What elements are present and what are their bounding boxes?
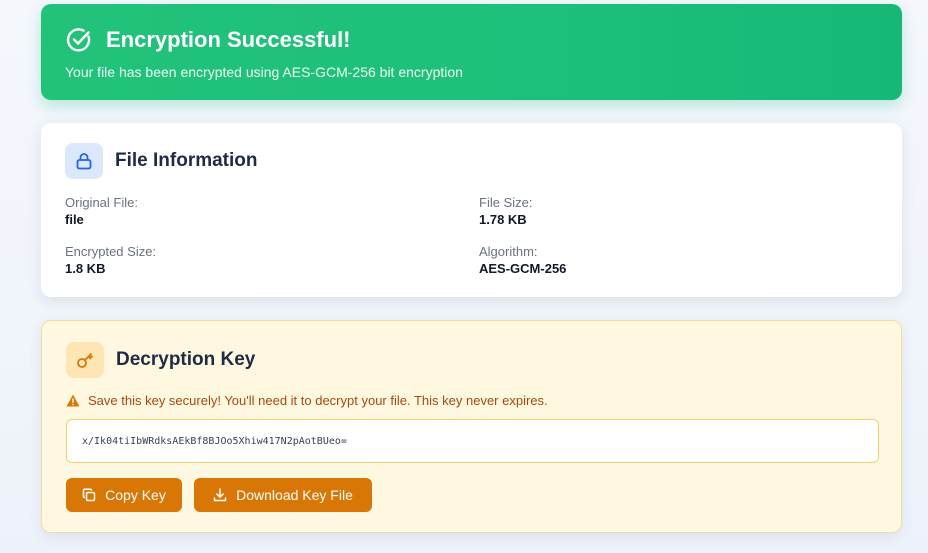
check-circle-icon	[66, 28, 91, 52]
copy-icon	[82, 488, 96, 502]
field-value: file	[65, 212, 84, 227]
field-label: Encrypted Size:	[65, 244, 157, 259]
banner-title: Encryption Successful!	[106, 27, 351, 52]
key-warning: Save this key securely! You'll need it t…	[66, 393, 548, 408]
field-file-size: File Size: 1.78 KB	[479, 195, 532, 228]
field-value: 1.8 KB	[65, 261, 106, 276]
key-icon-box	[66, 342, 104, 378]
lock-icon	[76, 153, 92, 170]
warning-icon	[66, 394, 80, 407]
field-label: File Size:	[479, 195, 533, 210]
key-icon	[77, 353, 93, 368]
decryption-key-title: Decryption Key	[116, 349, 256, 370]
file-information-title: File Information	[115, 150, 258, 171]
key-warning-text: Save this key securely! You'll need it t…	[88, 393, 548, 408]
field-encrypted-size: Encrypted Size: 1.8 KB	[65, 244, 156, 277]
file-information-card: File Information Original File: file Fil…	[41, 123, 902, 297]
field-label: Original File:	[65, 195, 138, 210]
field-original-file: Original File: file	[65, 195, 138, 228]
banner-heading: Encryption Successful!	[65, 26, 351, 54]
download-icon	[213, 488, 227, 502]
decryption-key-card: Decryption Key Save this key securely! Y…	[41, 320, 902, 533]
decryption-key-value[interactable]: x/Ik04tiIbWRdksAEkBf8BJOo5Xhiw417N2pAotB…	[82, 436, 347, 447]
lock-icon-box	[65, 143, 103, 179]
field-value: 1.78 KB	[479, 212, 527, 227]
success-banner: Encryption Successful! Your file has bee…	[41, 4, 902, 100]
banner-subtitle: Your file has been encrypted using AES-G…	[65, 64, 463, 80]
decryption-key-header: Decryption Key	[66, 342, 255, 378]
page: Encryption Successful! Your file has bee…	[0, 0, 928, 553]
copy-key-button[interactable]: Copy Key	[66, 478, 182, 512]
field-algorithm: Algorithm: AES-GCM-256	[479, 244, 566, 277]
download-key-file-button[interactable]: Download Key File	[194, 478, 372, 512]
field-value: AES-GCM-256	[479, 261, 567, 276]
field-label: Algorithm:	[479, 244, 538, 259]
decryption-key-field[interactable]: x/Ik04tiIbWRdksAEkBf8BJOo5Xhiw417N2pAotB…	[66, 419, 879, 463]
file-information-header: File Information	[65, 143, 258, 179]
copy-key-label: Copy Key	[105, 487, 166, 503]
download-key-file-label: Download Key File	[236, 487, 353, 503]
